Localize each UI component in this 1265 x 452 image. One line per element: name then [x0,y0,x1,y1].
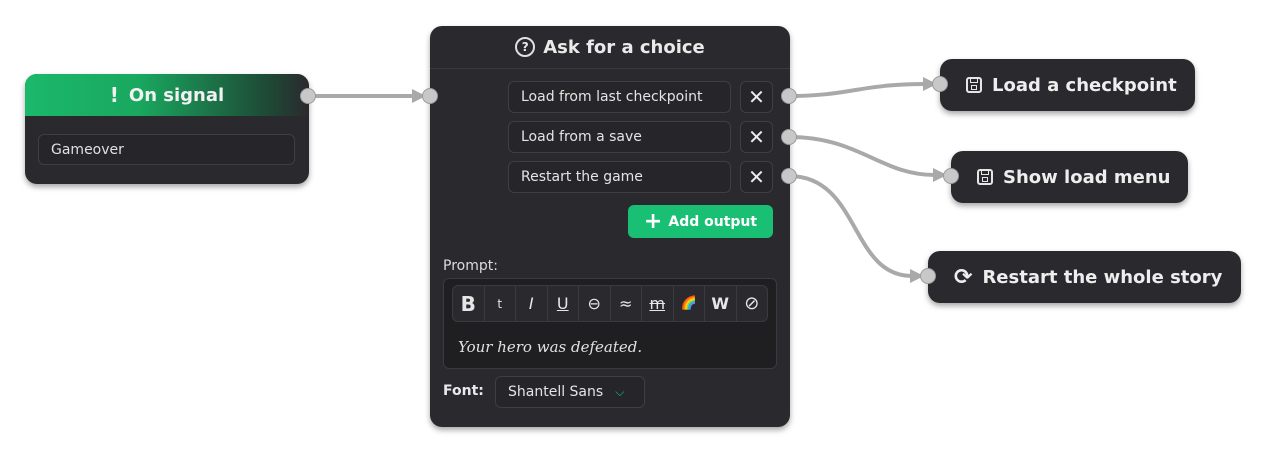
option-input-1[interactable]: Load from last checkpoint [508,81,731,113]
remove-option-1-button[interactable]: ✕ [740,81,773,113]
close-icon: ✕ [748,125,765,149]
wavy-text-button[interactable]: ≈ [611,286,642,321]
wobble-button[interactable]: W [705,286,737,321]
show-load-menu-title: Show load menu [1003,166,1171,188]
signal-node-title: On signal [128,84,225,106]
font-label: Font: [443,383,484,399]
format-toolbar: B t I U ⊖ ≈ m 🌈 W ⊘ [452,285,768,322]
restart-story-title: Restart the whole story [982,266,1223,288]
italic-button[interactable]: I [516,286,548,321]
floppy-disk-icon [977,169,993,185]
show-load-menu-input-port[interactable] [943,168,959,184]
option-input-2[interactable]: Load from a save [508,121,731,153]
load-checkpoint-title: Load a checkpoint [992,74,1177,96]
load-checkpoint-node[interactable]: Load a checkpoint [940,59,1195,111]
plus-icon: + [643,208,663,234]
prompt-text[interactable]: Your hero was defeated. [458,338,642,356]
strikethrough-button[interactable]: ⊖ [579,286,611,321]
wire-option1-to-load [787,82,927,98]
close-icon: ✕ [748,85,765,109]
prompt-editor[interactable]: B t I U ⊖ ≈ m 🌈 W ⊘ Your hero was defeat… [443,278,777,369]
option-input-3[interactable]: Restart the game [508,161,731,193]
option-2-output-port[interactable] [781,129,797,145]
font-select-value: Shantell Sans [508,384,604,400]
floppy-disk-icon [966,77,982,93]
load-checkpoint-input-port[interactable] [932,76,948,92]
signal-name-input[interactable]: Gameover [38,134,295,165]
remove-option-2-button[interactable]: ✕ [740,121,773,153]
choice-node-title: Ask for a choice [543,36,705,58]
shaky-text-button[interactable]: m [642,286,674,321]
wire-option2-to-menu [787,135,937,177]
wire-option3-to-restart [787,174,914,278]
question-circle-icon: ? [515,37,536,57]
add-output-label: Add output [668,213,758,230]
ask-choice-node[interactable]: ? Ask for a choice Load from last checkp… [430,26,790,427]
exclamation-icon: ! [109,83,119,107]
font-select[interactable]: Shantell Sans ⌵ [495,376,645,408]
bold-button[interactable]: B [453,286,485,321]
remove-option-3-button[interactable]: ✕ [740,161,773,193]
underline-button[interactable]: U [548,286,579,321]
restart-story-input-port[interactable] [920,268,936,284]
option-1-output-port[interactable] [781,88,797,104]
restart-icon: ⟳ [954,264,973,290]
show-load-menu-node[interactable]: Show load menu [951,151,1188,203]
restart-story-node[interactable]: ⟳ Restart the whole story [928,251,1241,303]
signal-output-port[interactable] [300,88,316,104]
close-icon: ✕ [748,165,765,189]
signal-node-header[interactable]: ! On signal [25,74,309,116]
choice-input-port[interactable] [422,88,438,104]
small-text-button[interactable]: t [485,286,516,321]
add-output-button[interactable]: + Add output [628,205,773,238]
choice-node-header[interactable]: ? Ask for a choice [430,26,790,69]
clear-format-button[interactable]: ⊘ [737,286,768,321]
on-signal-node[interactable]: ! On signal Gameover [25,74,309,184]
prompt-label: Prompt: [443,258,498,274]
chevron-down-icon: ⌵ [615,384,625,399]
rainbow-button[interactable]: 🌈 [674,286,705,321]
option-3-output-port[interactable] [781,168,797,184]
